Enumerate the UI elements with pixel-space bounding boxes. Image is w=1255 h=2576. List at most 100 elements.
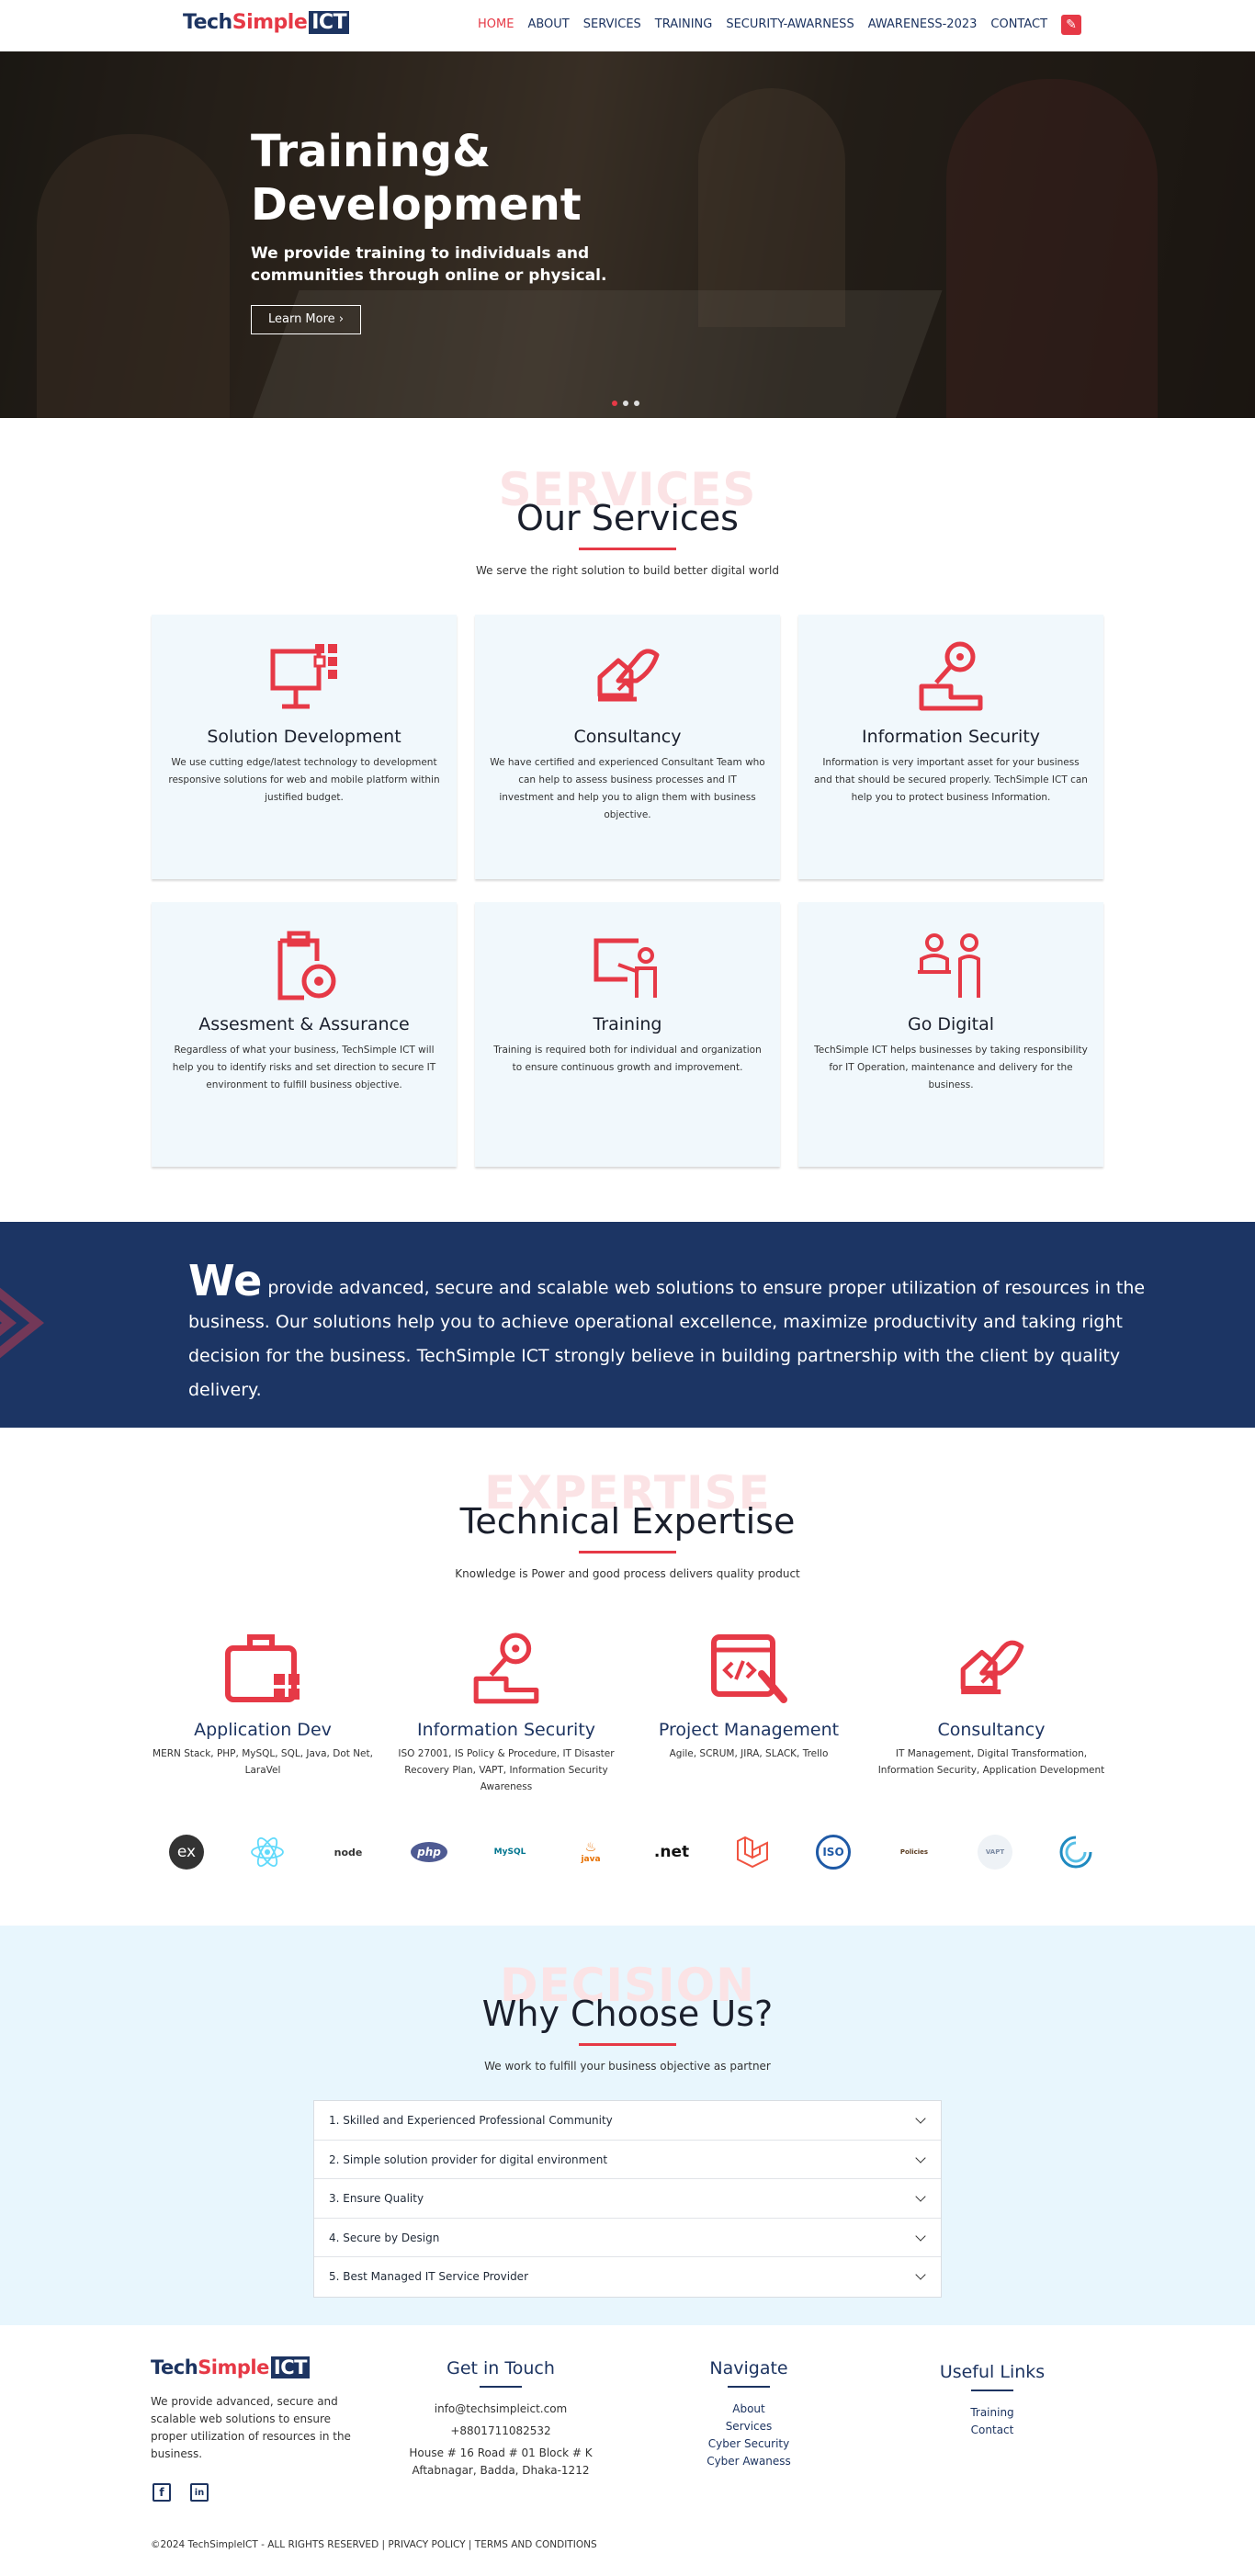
footer-col-title: Useful Links [939,2362,1046,2382]
nav-item-awareness-2023[interactable]: AWARENESS-2023 [868,17,978,35]
slider-dot[interactable] [634,401,639,406]
nav-item-security-awarness[interactable]: SECURITY-AWARNESS [726,17,854,35]
footer-col-underline [728,2386,770,2388]
expertise-text: MERN Stack, PHP, MySQL, SQL, Java, Dot N… [153,1748,373,1776]
tech-logo-row: ex node php MySQL ♨ java .net ISO Policie… [165,1831,1102,1873]
footer-phone[interactable]: +8801711082532 [395,2423,606,2440]
service-text: Information is very important asset for … [814,757,1088,803]
expertise-title-item: Information Security [416,1720,596,1740]
expertise-title: Technical Expertise [459,1501,796,1542]
expertise-text: Agile, SCRUM, JIRA, SLACK, Trello [669,1748,829,1759]
faq-accordion: 1. Skilled and Experienced Professional … [313,2100,942,2298]
tech-logo-label: MySQL [493,1847,526,1857]
mysql-logo-icon: MySQL [489,1831,531,1873]
service-title: Assesment & Assurance [198,1014,410,1034]
about-banner: We provide advanced, secure and scalable… [0,1222,1255,1428]
hero-subtitle: We provide training to individuals and c… [251,244,607,285]
express-logo-icon: ex [165,1831,208,1873]
service-text: We have certified and experienced Consul… [490,757,765,820]
footer-link-about[interactable]: About [671,2401,827,2418]
consultancy-icon [960,1640,1024,1695]
expertise-text: IT Management, Digital Transformation, I… [877,1748,1105,1776]
footer-navigate: Navigate About Services Cyber Security C… [671,2358,827,2470]
service-card[interactable]: Solution Development We use cutting edge… [152,615,457,879]
footer-link-training[interactable]: Training [919,2404,1066,2422]
footer-col-title: Navigate [709,2358,788,2378]
slider-dot[interactable] [623,401,628,406]
footer-link-contact[interactable]: Contact [919,2422,1066,2439]
title-underline [579,1551,676,1554]
java-cup-icon: ♨ [584,1840,597,1855]
java-logo-icon: ♨ java [570,1831,612,1873]
tech-logo-label: node [334,1846,363,1859]
chevron-right-icon: › [338,312,345,326]
tech-logo-label: ISO [816,1835,851,1870]
expertise-item: Application Dev MERN Stack, PHP, MySQL, … [148,1632,378,1779]
tech-logo-label: Policies [899,1848,929,1856]
site-logo[interactable]: TechSimple ICT [183,11,350,34]
accordion-label: 1. Skilled and Experienced Professional … [329,2114,613,2127]
hero-slider: Training& Development We provide trainin… [0,51,1255,418]
logo-part-simple: Simple [232,11,308,34]
nav-item-services[interactable]: SERVICES [583,17,641,35]
chevron-down-icon [915,2230,926,2242]
services-subtitle: We serve the right solution to build bet… [476,564,779,577]
facebook-icon[interactable]: f [153,2483,171,2502]
tech-logo-label: php [411,1842,447,1862]
react-logo-icon [246,1831,288,1873]
title-underline [579,548,676,550]
accordion-label: 2. Simple solution provider for digital … [329,2152,608,2166]
logo-part-tech: Tech [151,2356,198,2378]
footer-logo[interactable]: TechSimple ICT [151,2356,310,2378]
edit-icon[interactable]: ✎ [1061,15,1082,35]
nav-item-home[interactable]: HOME [478,17,514,35]
banner-lead: We [188,1256,263,1305]
dotnet-logo-icon: .net [650,1831,693,1873]
footer-col-underline [971,2390,1013,2391]
logo-part-ict: ICT [270,2356,310,2378]
learn-more-button[interactable]: Learn More › [251,305,361,334]
service-card[interactable]: Information Security Information is very… [798,615,1103,879]
tech-logo-label: java [581,1855,601,1864]
logo-part-simple: Simple [198,2356,269,2378]
footer-link-cyber-security[interactable]: Cyber Security [671,2435,827,2453]
service-text: Regardless of what your business, TechSi… [172,1045,436,1090]
nav-item-contact[interactable]: CONTACT [990,17,1047,35]
service-text: We use cutting edge/latest technology to… [168,757,440,803]
logo-part-ict: ICT [309,11,350,34]
expertise-item: Consultancy IT Management, Digital Trans… [876,1632,1106,1779]
chevron-down-icon [915,2152,926,2164]
footer-col-title: Get in Touch [447,2358,555,2378]
learn-more-label: Learn More [267,312,335,326]
service-card[interactable]: Go Digital TechSimple ICT helps business… [798,902,1103,1167]
service-title: Information Security [861,727,1041,747]
accordion-item[interactable]: 3. Ensure Quality [314,2179,941,2219]
cloud-logo-icon [1055,1831,1097,1873]
footer-address-line: Aftabnagar, Badda, Dhaka-1212 [412,2464,590,2477]
footer-get-in-touch: Get in Touch info@techsimpleict.com +880… [395,2358,606,2480]
accordion-item[interactable]: 4. Secure by Design [314,2219,941,2257]
slider-dot[interactable] [612,401,617,406]
accordion-item[interactable]: 5. Best Managed IT Service Provider [314,2257,941,2297]
policies-logo-icon: Policies [893,1831,935,1873]
react-atom-icon [251,1837,284,1867]
footer-about: We provide advanced, secure and scalable… [151,2395,351,2460]
footer-link-services[interactable]: Services [671,2418,827,2435]
nav-item-training[interactable]: TRAINING [655,17,713,35]
service-card[interactable]: Assesment & Assurance Regardless of what… [152,902,457,1167]
linkedin-icon[interactable]: in [190,2483,209,2502]
service-card[interactable]: Consultancy We have certified and experi… [475,615,780,879]
people-icon [918,933,980,998]
nav-item-about[interactable]: ABOUT [527,17,569,35]
chevron-down-icon [915,2269,926,2280]
accordion-label: 5. Best Managed IT Service Provider [329,2270,529,2283]
chevron-down-icon [915,2113,926,2124]
accordion-item[interactable]: 1. Skilled and Experienced Professional … [314,2101,941,2141]
footer-email[interactable]: info@techsimpleict.com [395,2401,606,2418]
vapt-logo-icon: VAPT [974,1831,1016,1873]
key-lock-icon [473,1633,539,1704]
footer-link-cyber-awaness[interactable]: Cyber Awaness [671,2453,827,2470]
accordion-item[interactable]: 2. Simple solution provider for digital … [314,2141,941,2179]
service-card[interactable]: Training Training is required both for i… [475,902,780,1167]
banner-text: We provide advanced, secure and scalable… [188,1260,1153,1407]
